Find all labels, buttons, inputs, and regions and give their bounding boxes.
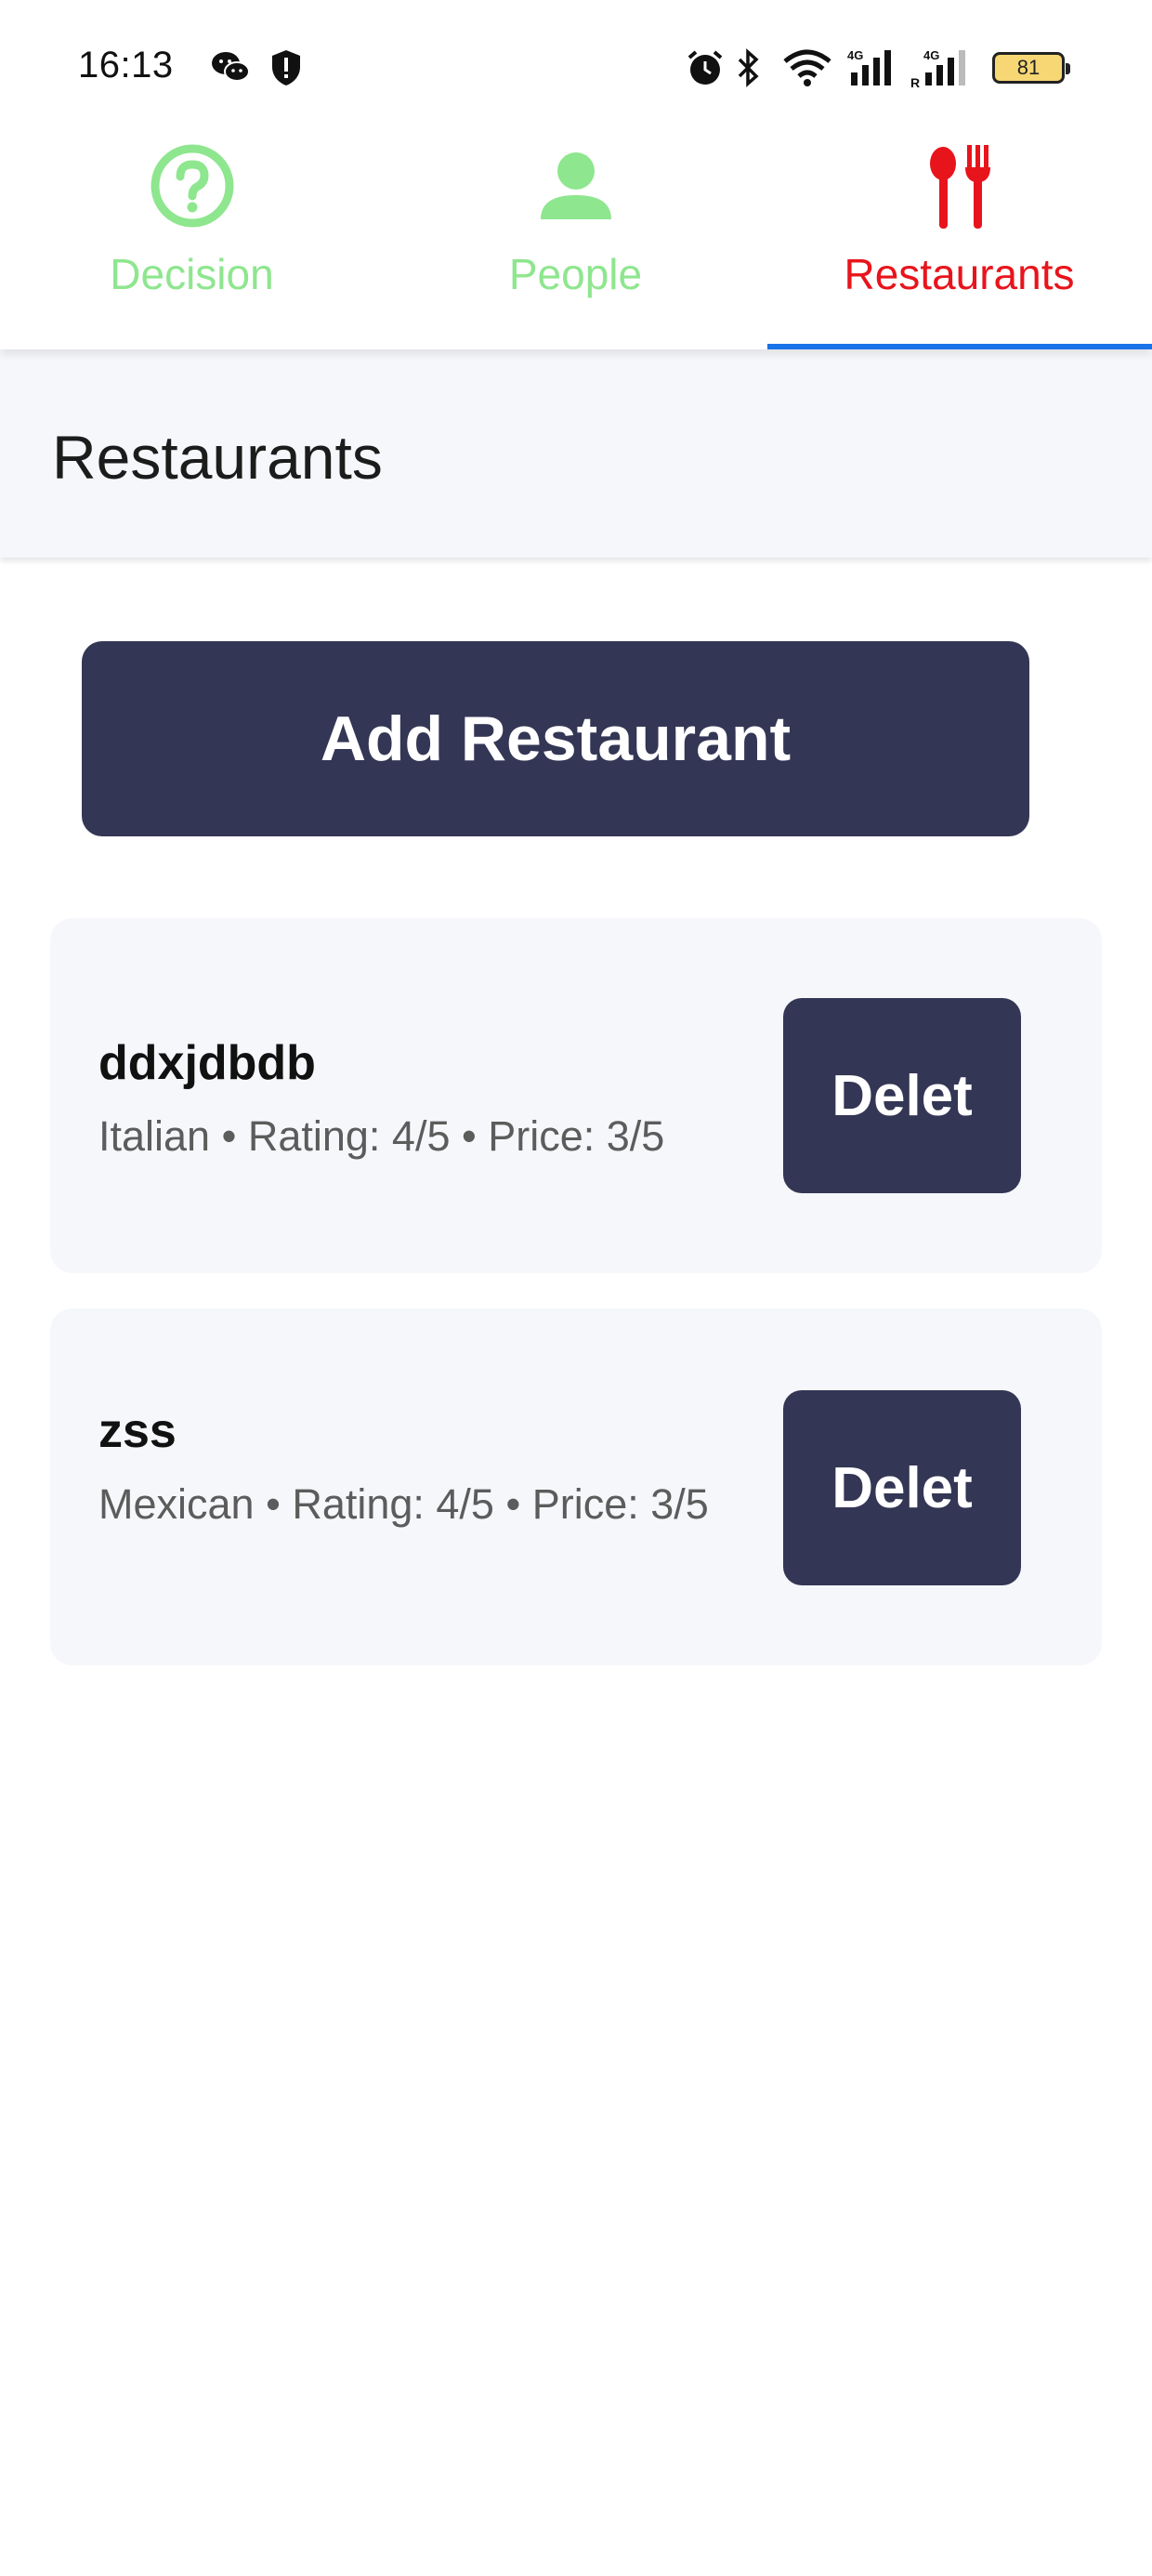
status-bar: 16:13 4G R 4G 81 <box>0 0 1152 130</box>
signal-4g-icon: 4G <box>847 48 901 92</box>
tab-people-label: People <box>508 250 643 298</box>
restaurant-name: zss <box>98 1404 177 1458</box>
shield-icon <box>269 48 303 92</box>
tab-restaurants[interactable]: Restaurants <box>767 130 1151 349</box>
active-tab-indicator <box>767 344 1152 349</box>
signal-4g-roaming-icon: R 4G <box>910 48 972 92</box>
delete-button[interactable]: Delet <box>783 998 1021 1193</box>
question-circle-icon <box>146 139 239 237</box>
bluetooth-icon <box>734 48 762 92</box>
restaurant-details: Italian • Rating: 4/5 • Price: 3/5 <box>98 1112 665 1160</box>
restaurant-details: Mexican • Rating: 4/5 • Price: 3/5 <box>98 1480 709 1528</box>
wifi-icon <box>782 48 832 92</box>
person-icon <box>530 139 622 237</box>
add-restaurant-button[interactable]: Add Restaurant <box>82 641 1029 836</box>
tab-people[interactable]: People <box>384 130 767 349</box>
svg-text:R: R <box>910 75 920 87</box>
tab-decision-label: Decision <box>110 250 274 298</box>
svg-text:4G: 4G <box>847 48 863 62</box>
alarm-icon <box>686 48 725 92</box>
list-item: zss Mexican • Rating: 4/5 • Price: 3/5 D… <box>50 1308 1102 1665</box>
wechat-icon <box>210 48 251 90</box>
delete-button[interactable]: Delet <box>783 1390 1021 1585</box>
battery-icon: 81 <box>992 52 1070 84</box>
tab-restaurants-label: Restaurants <box>844 250 1075 298</box>
restaurant-name: ddxjdbdb <box>98 1036 316 1090</box>
tab-decision[interactable]: Decision <box>0 130 384 349</box>
tab-bar: Decision People Restaurants <box>0 130 1152 349</box>
page-header: Restaurants <box>0 349 1152 558</box>
svg-text:4G: 4G <box>923 48 939 62</box>
status-time: 16:13 <box>78 45 174 85</box>
list-item: ddxjdbdb Italian • Rating: 4/5 • Price: … <box>50 918 1102 1273</box>
utensils-icon <box>913 139 1006 237</box>
page-title: Restaurants <box>52 423 383 492</box>
